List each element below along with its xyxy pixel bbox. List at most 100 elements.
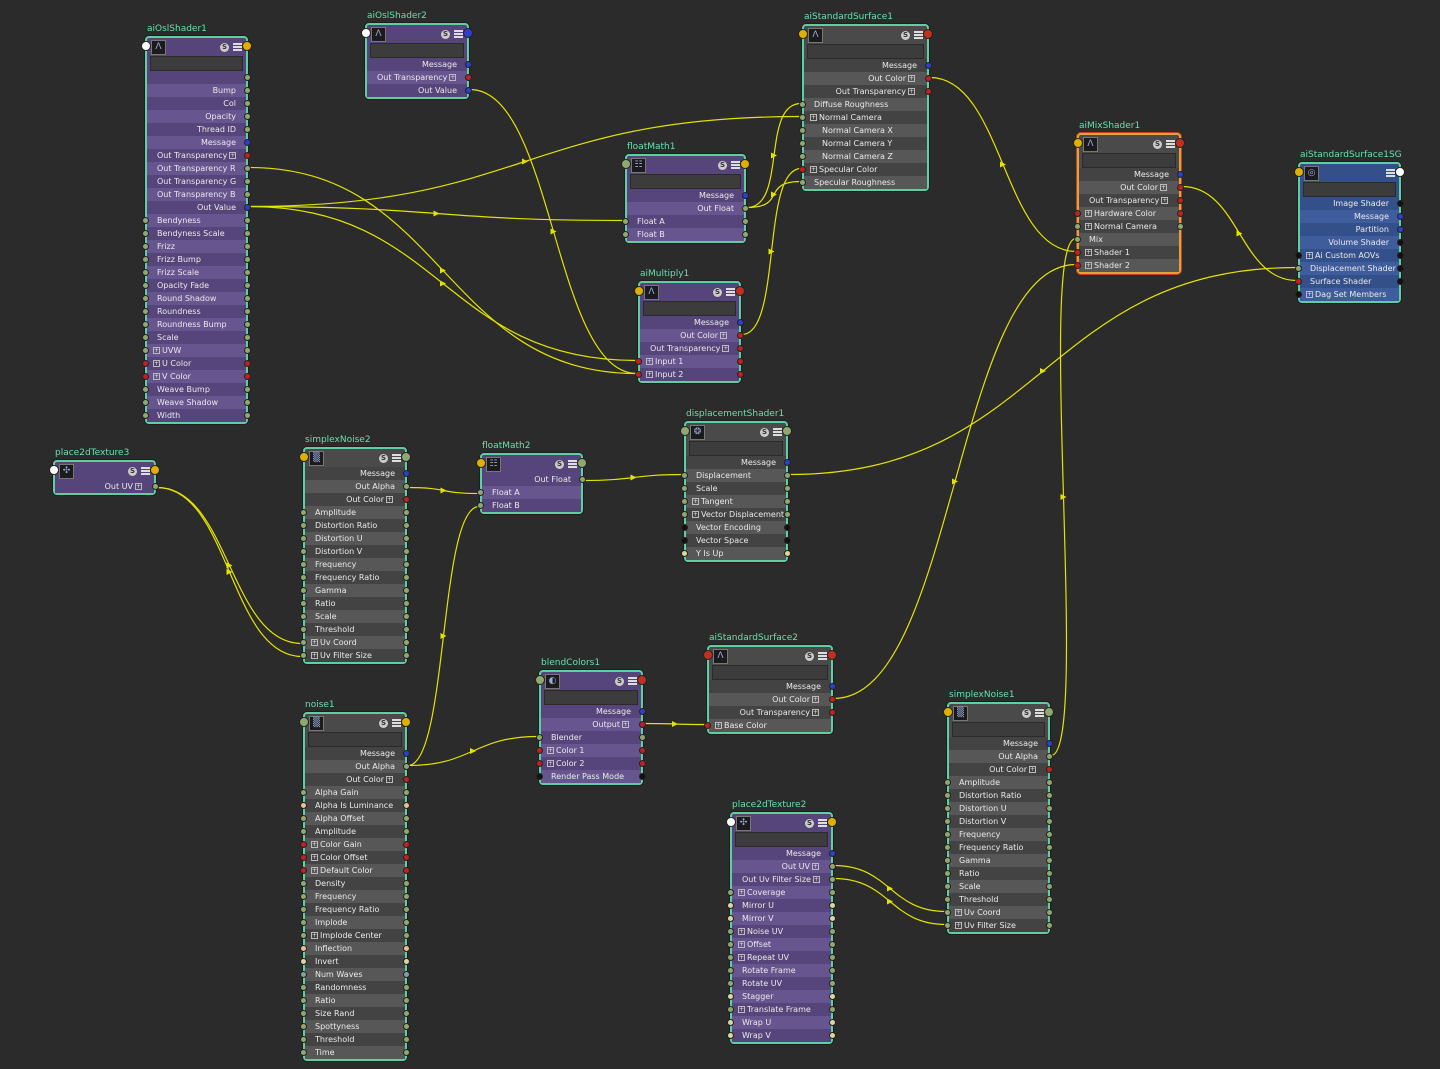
swatch-toggle-icon[interactable]: S [901, 30, 910, 40]
input-port[interactable] [681, 511, 688, 518]
input-port[interactable] [536, 734, 543, 741]
output-port[interactable] [244, 256, 251, 263]
node-aiStandardSurface1SG[interactable]: aiStandardSurface1SG ◎ Image Shader Message… [1294, 150, 1405, 303]
node-output-port[interactable] [1175, 138, 1185, 148]
attribute-row[interactable]: + Normal Camera [1074, 220, 1184, 233]
input-port[interactable] [300, 652, 307, 659]
expand-plus-icon[interactable]: + [386, 496, 393, 503]
attribute-row[interactable]: + UVW [142, 344, 251, 357]
node-title[interactable]: noise1 [305, 700, 335, 710]
expand-plus-icon[interactable]: + [622, 721, 629, 728]
node-menu-icon[interactable] [1166, 140, 1175, 148]
output-port[interactable] [403, 841, 410, 848]
attribute-row[interactable]: Opacity [147, 110, 251, 123]
attribute-row[interactable]: + V Color [142, 370, 251, 383]
output-port[interactable] [403, 802, 410, 809]
input-port[interactable] [944, 779, 951, 786]
expand-plus-icon[interactable]: + [812, 863, 819, 870]
connection-wire[interactable] [788, 266, 1298, 476]
input-port[interactable] [142, 412, 149, 419]
attribute-row[interactable]: Message [804, 59, 932, 72]
attribute-row[interactable]: Surface Shader [1295, 275, 1404, 288]
output-port[interactable] [403, 548, 410, 555]
output-port[interactable] [403, 789, 410, 796]
output-port[interactable] [1397, 200, 1404, 207]
input-port[interactable] [799, 140, 806, 147]
connection-wire[interactable] [248, 205, 625, 222]
node-output-port[interactable] [1044, 707, 1054, 717]
expand-plus-icon[interactable]: + [1085, 262, 1092, 269]
expand-plus-icon[interactable]: + [955, 909, 962, 916]
expand-plus-icon[interactable]: + [547, 747, 554, 754]
output-port[interactable] [403, 626, 410, 633]
attribute-row[interactable]: Message [1079, 168, 1184, 181]
input-port[interactable] [536, 773, 543, 780]
swatch-toggle-icon[interactable]: S [718, 160, 727, 170]
node-input-port[interactable] [1294, 167, 1304, 177]
input-port[interactable] [1074, 223, 1081, 230]
attribute-row[interactable]: Out Float [627, 202, 749, 215]
output-port[interactable] [403, 932, 410, 939]
output-port[interactable] [244, 334, 251, 341]
expand-plus-icon[interactable]: + [153, 347, 160, 354]
attribute-row[interactable]: Out Transparency R [147, 162, 251, 175]
node-output-port[interactable] [463, 28, 473, 38]
swatch-toggle-icon[interactable]: S [805, 651, 814, 661]
attribute-row[interactable]: + Normal Camera [799, 111, 927, 124]
input-port[interactable] [799, 166, 806, 173]
attribute-row[interactable]: Normal Camera Z [799, 150, 927, 163]
attribute-row[interactable]: Out Color + [305, 493, 410, 506]
node-header[interactable]: ΛS [1073, 135, 1185, 153]
node-input-port[interactable] [476, 458, 486, 468]
node-output-port[interactable] [923, 29, 933, 39]
output-port[interactable] [639, 747, 646, 754]
output-port[interactable] [403, 652, 410, 659]
output-port[interactable] [403, 496, 410, 503]
attribute-row[interactable]: Alpha Is Luminance [300, 799, 410, 812]
attribute-row[interactable]: + Input 1 [635, 355, 744, 368]
attribute-row[interactable]: Out Alpha [305, 760, 410, 773]
attribute-row[interactable]: + Coverage [727, 886, 836, 899]
attribute-row[interactable]: Message [627, 189, 749, 202]
connection-wire[interactable] [746, 102, 802, 209]
output-port[interactable] [403, 854, 410, 861]
swatch-toggle-icon[interactable]: S [379, 453, 388, 463]
input-port[interactable] [635, 358, 642, 365]
node-header[interactable]: ▒ S [299, 714, 411, 732]
attribute-row[interactable]: + Color 2 [536, 757, 646, 770]
swatch-toggle-icon[interactable]: S [615, 676, 624, 686]
node-title[interactable]: floatMath2 [482, 441, 530, 451]
attribute-row[interactable]: Mirror U [727, 899, 836, 912]
node-output-port[interactable] [150, 465, 160, 475]
output-port[interactable] [403, 600, 410, 607]
attribute-row[interactable]: Bendyness [142, 214, 251, 227]
output-port[interactable] [465, 61, 472, 68]
expand-plus-icon[interactable]: + [955, 922, 962, 929]
output-port[interactable] [639, 708, 646, 715]
attribute-row[interactable]: Weave Shadow [142, 396, 251, 409]
swatch-toggle-icon[interactable]: S [1153, 139, 1162, 149]
expand-plus-icon[interactable]: + [449, 74, 457, 81]
attribute-row[interactable]: Displacement Shader [1295, 262, 1404, 275]
input-port[interactable] [1074, 262, 1081, 269]
attribute-row[interactable]: Distortion Ratio [944, 789, 1053, 802]
attribute-row[interactable]: + Ai Custom AOVs [1295, 249, 1404, 262]
node-menu-icon[interactable] [568, 460, 577, 468]
attribute-row[interactable]: Spottyness [300, 1020, 410, 1033]
attribute-row[interactable]: Message [305, 467, 410, 480]
output-port[interactable] [1046, 831, 1053, 838]
output-port[interactable] [639, 721, 646, 728]
input-port[interactable] [944, 844, 951, 851]
node-menu-icon[interactable] [392, 454, 401, 462]
swatch-toggle-icon[interactable]: S [379, 718, 388, 728]
attribute-row[interactable]: Out Transparency + [367, 71, 472, 84]
input-port[interactable] [681, 537, 688, 544]
output-port[interactable] [403, 880, 410, 887]
input-port[interactable] [300, 613, 307, 620]
input-port[interactable] [300, 509, 307, 516]
input-port[interactable] [727, 928, 734, 935]
output-port[interactable] [244, 100, 251, 107]
expand-plus-icon[interactable]: + [692, 511, 699, 518]
attribute-row[interactable]: Render Pass Mode [536, 770, 646, 783]
input-port[interactable] [300, 574, 307, 581]
